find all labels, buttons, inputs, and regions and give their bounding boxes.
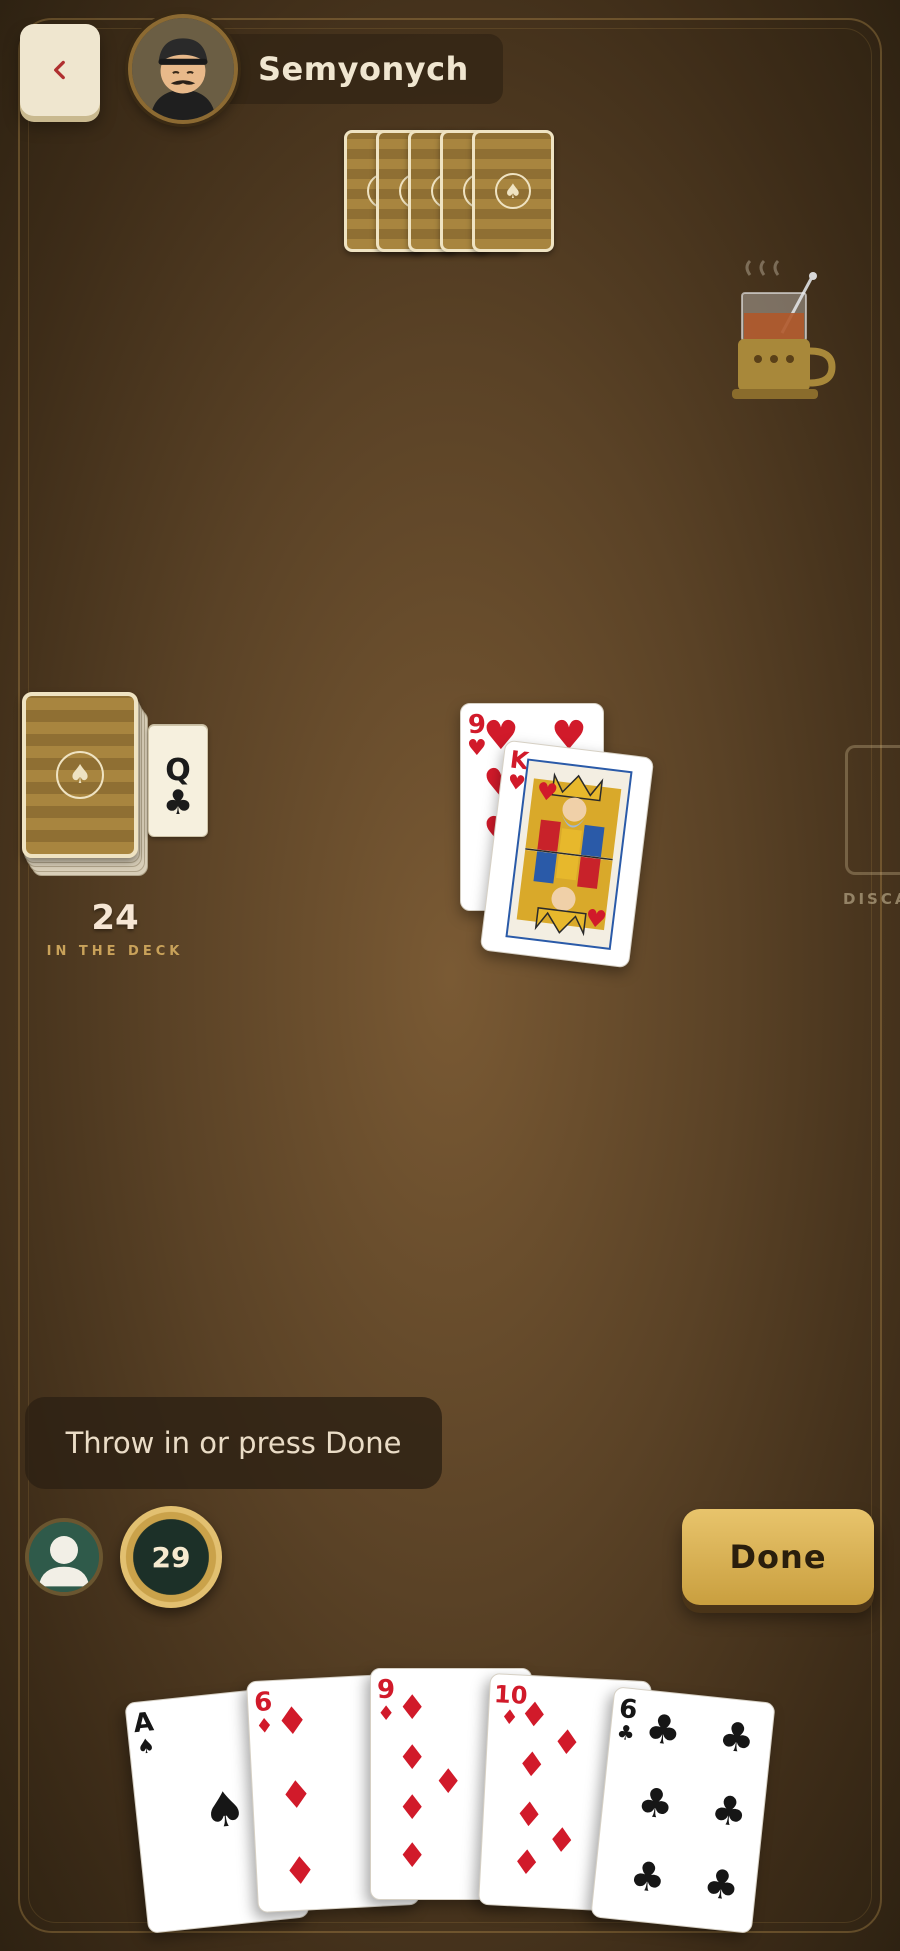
diamond-pip: ♦ [397,1788,428,1828]
club-pip: ♣ [716,1713,757,1763]
diamond-pip: ♦ [397,1738,428,1778]
svg-text:♥: ♥ [535,777,560,807]
diamond-pip: ♦ [397,1688,428,1728]
card-suit: ♠ [135,1733,157,1759]
trump-rank: Q [165,753,191,788]
diamond-pip: ♦ [550,1722,584,1764]
timer-value: 29 [151,1540,191,1574]
trump-suit: ♣ [162,783,194,823]
diamond-pip: ♦ [545,1820,578,1862]
deck-label: IN THE DECK [46,944,184,959]
card-rank: 9 [377,1675,396,1705]
card-rank: 6 [253,1687,274,1718]
done-button[interactable]: Done [682,1509,874,1605]
diamond-pip: ♦ [274,1698,311,1744]
king-illustration-icon: ♥ ♥ [505,758,633,951]
opponent-name: Semyonych [258,50,469,88]
deck-count: 24 [91,898,139,938]
discard-label: DISCARD [843,890,900,908]
opponent-avatar[interactable] [128,14,238,124]
player-avatar[interactable] [25,1518,103,1596]
hand-card[interactable]: 6 ♣ ♣ ♣ ♣ ♣ ♣ ♣ [590,1686,776,1934]
diamond-pip: ♦ [515,1744,548,1786]
back-button[interactable] [20,24,100,116]
turn-timer: 29 [120,1506,222,1608]
deck: ♠ [22,692,148,880]
card-suit: ♦ [377,1701,396,1725]
user-icon [29,1522,99,1592]
discard-zone [845,745,900,875]
diamond-pip: ♦ [512,1794,546,1836]
club-pip: ♣ [635,1779,676,1829]
table-defense-card: K ♥ ♥ ♥ [479,739,655,969]
deck-top-card: ♠ [22,692,138,858]
club-pip: ♣ [627,1852,668,1903]
status-message: Throw in or press Done [25,1397,442,1489]
club-pip: ♣ [701,1860,742,1911]
diamond-pip: ♦ [510,1842,543,1884]
club-pip: ♣ [642,1705,684,1756]
spade-emblem-icon: ♠ [495,173,531,209]
diamond-pip: ♦ [433,1762,464,1802]
card-suit: ♦ [254,1713,275,1738]
svg-text:♥: ♥ [584,904,609,934]
opponent-card-back: ♠ [472,130,554,252]
spade-pip: ♠ [200,1780,249,1841]
tea-glass-icon [732,259,836,399]
chevron-left-icon [54,60,65,80]
trump-card: Q ♣ [148,725,208,837]
opponent-portrait-icon [132,18,234,120]
club-pip: ♣ [708,1787,750,1837]
diamond-pip: ♦ [517,1694,551,1737]
diamond-pip: ♦ [281,1847,319,1894]
diamond-pip: ♦ [277,1772,315,1818]
spade-emblem-icon: ♠ [56,751,104,799]
card-suit: ♣ [615,1719,636,1746]
diamond-pip: ♦ [397,1836,428,1876]
